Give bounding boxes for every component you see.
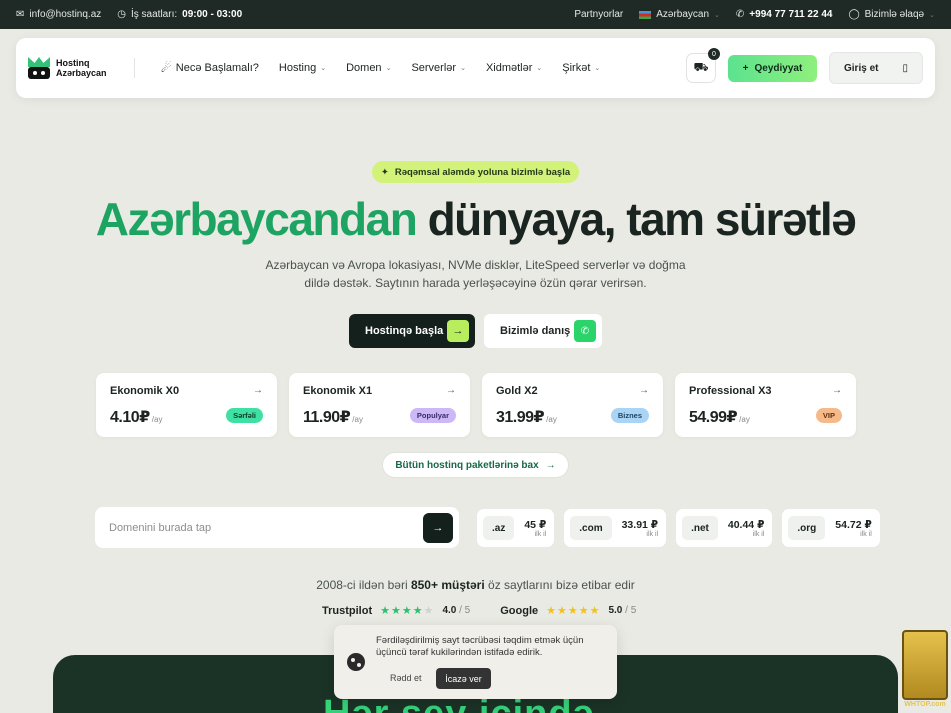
arrow-right-icon: → xyxy=(832,385,842,396)
talk-to-us-button[interactable]: Bizimlə danış ✆ xyxy=(484,314,602,348)
tld-item[interactable]: .net 40.44 ₽ ilk il xyxy=(676,509,773,547)
cookie-icon xyxy=(347,653,365,671)
arrow-right-icon: → xyxy=(432,521,444,534)
mail-icon: ✉ xyxy=(16,8,25,20)
nav-services[interactable]: Xidmətlər ⌄ xyxy=(486,62,542,74)
phone-icon: ✆ xyxy=(735,8,745,20)
hero-subtitle: Azərbaycan və Avropa lokasiyası, NVMe di… xyxy=(265,258,686,290)
plus-icon: + xyxy=(742,62,749,74)
working-hours: ◷ İş saatları: 09:00 - 03:00 xyxy=(117,9,242,20)
cookie-reject-button[interactable]: Rədd et xyxy=(390,673,422,683)
top-bar: ✉ info@hostinq.az ◷ İş saatları: 09:00 -… xyxy=(0,0,951,29)
star-rating-icon: ★★★★★ xyxy=(546,605,601,617)
google-rating[interactable]: Google ★★★★★ 5.0 / 5 xyxy=(500,604,636,618)
nav-domain[interactable]: Domen ⌄ xyxy=(346,62,391,74)
login-door-icon: ▯ xyxy=(902,62,908,74)
plan-tag: Populyar xyxy=(409,408,456,423)
logo-text: Hostinq Azərbaycan xyxy=(56,58,107,78)
language-selector[interactable]: Azərbaycan ⌄ xyxy=(639,9,720,20)
cart-count-badge: 0 xyxy=(708,48,720,60)
cookie-text: Fərdiləşdirilmiş sayt təcrübəsi təqdim e… xyxy=(376,635,584,658)
main-navbar: Hostinq Azərbaycan ☄ Necə Başlamalı? Hos… xyxy=(16,38,935,98)
all-plans-button[interactable]: Bütün hostinq paketlərinə bax → xyxy=(382,452,569,478)
hero-cta-row: Hostinqə başla → Bizimlə danış ✆ xyxy=(349,314,602,348)
whtop-logo-icon xyxy=(902,630,948,700)
start-hosting-button[interactable]: Hostinqə başla → xyxy=(349,314,475,348)
partners-link[interactable]: Partnyorlar xyxy=(574,9,623,20)
cookie-accept-button[interactable]: İcazə ver xyxy=(436,668,491,689)
plan-price: 4.10₽/ay xyxy=(110,409,163,426)
tld-item[interactable]: .com 33.91 ₽ ilk il xyxy=(564,509,667,547)
arrow-right-icon: → xyxy=(447,320,469,342)
plan-price: 54.99₽/ay xyxy=(689,409,750,426)
email-text: info@hostinq.az xyxy=(29,9,102,20)
star-rating-icon: ★★★★★ xyxy=(380,605,435,617)
email-link[interactable]: ✉ info@hostinq.az xyxy=(16,9,101,20)
country-label: Azərbaycan xyxy=(656,9,710,20)
chevron-down-icon: ⌄ xyxy=(536,65,543,72)
chevron-down-icon: ⌄ xyxy=(460,65,466,72)
plan-cards: Ekonomik X0 → 4.10₽/ay Sərfəli Ekonomik … xyxy=(96,373,856,437)
chevron-down-icon: ⌄ xyxy=(320,65,327,72)
arrow-right-icon: → xyxy=(545,459,556,471)
arrow-right-icon: → xyxy=(639,385,649,396)
contact-label: Bizimlə əlaqə xyxy=(864,9,925,20)
arrow-right-icon: → xyxy=(253,385,263,396)
basket-icon: ⛟ xyxy=(693,60,709,74)
login-button[interactable]: Giriş et ▯ xyxy=(829,52,923,84)
register-button[interactable]: + Qeydiyyat xyxy=(728,54,817,82)
nav-servers[interactable]: Serverlər ⌄ xyxy=(411,62,466,74)
rocket-icon: ☄ xyxy=(161,61,172,75)
trustpilot-rating[interactable]: Trustpilot ★★★★★ 4.0 / 5 xyxy=(322,604,470,618)
nav-hosting[interactable]: Hosting ⌄ xyxy=(279,62,326,74)
cart-button[interactable]: ⛟ 0 xyxy=(686,48,720,83)
plan-price: 11.90₽/ay xyxy=(303,409,363,426)
plan-card[interactable]: Professional X3 → 54.99₽/ay VIP xyxy=(675,373,856,437)
plan-tag: Biznes xyxy=(610,408,649,423)
domain-search-button[interactable]: → xyxy=(423,512,453,543)
tld-item[interactable]: .az 45 ₽ ilk il xyxy=(477,509,555,547)
domain-search-input[interactable] xyxy=(109,521,423,534)
tld-item[interactable]: .org 54.72 ₽ ilk il xyxy=(782,509,880,547)
sparkle-icon: ✦ xyxy=(380,166,389,178)
tld-price-list: .az 45 ₽ ilk il .com 33.91 ₽ ilk il .net 4… xyxy=(477,509,880,547)
plan-tag: Sərfəli xyxy=(226,408,263,423)
phone-number: +994 77 711 22 44 xyxy=(749,9,833,20)
plan-card[interactable]: Ekonomik X0 → 4.10₽/ay Sərfəli xyxy=(96,373,277,437)
plan-card[interactable]: Ekonomik X1 → 11.90₽/ay Populyar xyxy=(289,373,470,437)
nav-company[interactable]: Şirkət ⌄ xyxy=(562,62,600,74)
nav-divider xyxy=(134,58,135,78)
logo-crown-icon xyxy=(28,57,50,79)
phone-link[interactable]: ✆ +994 77 711 22 44 xyxy=(736,9,833,20)
trust-statement: 2008-ci ildən bəri 850+ müştəri öz saytl… xyxy=(316,578,635,592)
nav-getting-started[interactable]: ☄ Necə Başlamalı? xyxy=(161,61,259,75)
chat-bubble-icon: ◯ xyxy=(848,8,860,20)
contact-dropdown[interactable]: ◯ Bizimlə əlaqə ⌄ xyxy=(848,9,935,20)
arrow-right-icon: → xyxy=(446,385,456,396)
clock-icon: ◷ xyxy=(117,8,126,20)
cookie-banner: Fərdiləşdirilmiş sayt təcrübəsi təqdim e… xyxy=(334,625,617,699)
chevron-down-icon: ⌄ xyxy=(714,11,720,19)
ratings-row: Trustpilot ★★★★★ 4.0 / 5 Google ★★★★★ 5.… xyxy=(322,604,636,618)
hours-value: 09:00 - 03:00 xyxy=(182,9,243,20)
plan-card[interactable]: Gold X2 → 31.99₽/ay Biznes xyxy=(482,373,663,437)
hero-badge: ✦ Rəqəmsal aləmdə yoluna bizimlə başla xyxy=(372,161,579,183)
hours-label: İş saatları: xyxy=(131,9,178,20)
azerbaijan-flag-icon xyxy=(639,10,652,19)
chevron-down-icon: ⌄ xyxy=(929,11,935,19)
whatsapp-icon: ✆ xyxy=(574,320,596,342)
plan-price: 31.99₽/ay xyxy=(496,409,557,426)
hero-title: Azərbaycandan dünyaya, tam sürətlə xyxy=(95,193,857,245)
chevron-down-icon: ⌄ xyxy=(385,65,392,72)
whtop-watermark: WHTOP.com xyxy=(900,630,950,713)
domain-search-box: → xyxy=(95,507,459,548)
plan-tag: VIP xyxy=(815,408,842,423)
nav-menu: ☄ Necə Başlamalı? Hosting ⌄ Domen ⌄ Server… xyxy=(161,61,600,75)
site-logo[interactable]: Hostinq Azərbaycan xyxy=(28,57,124,79)
chevron-down-icon: ⌄ xyxy=(594,65,601,72)
